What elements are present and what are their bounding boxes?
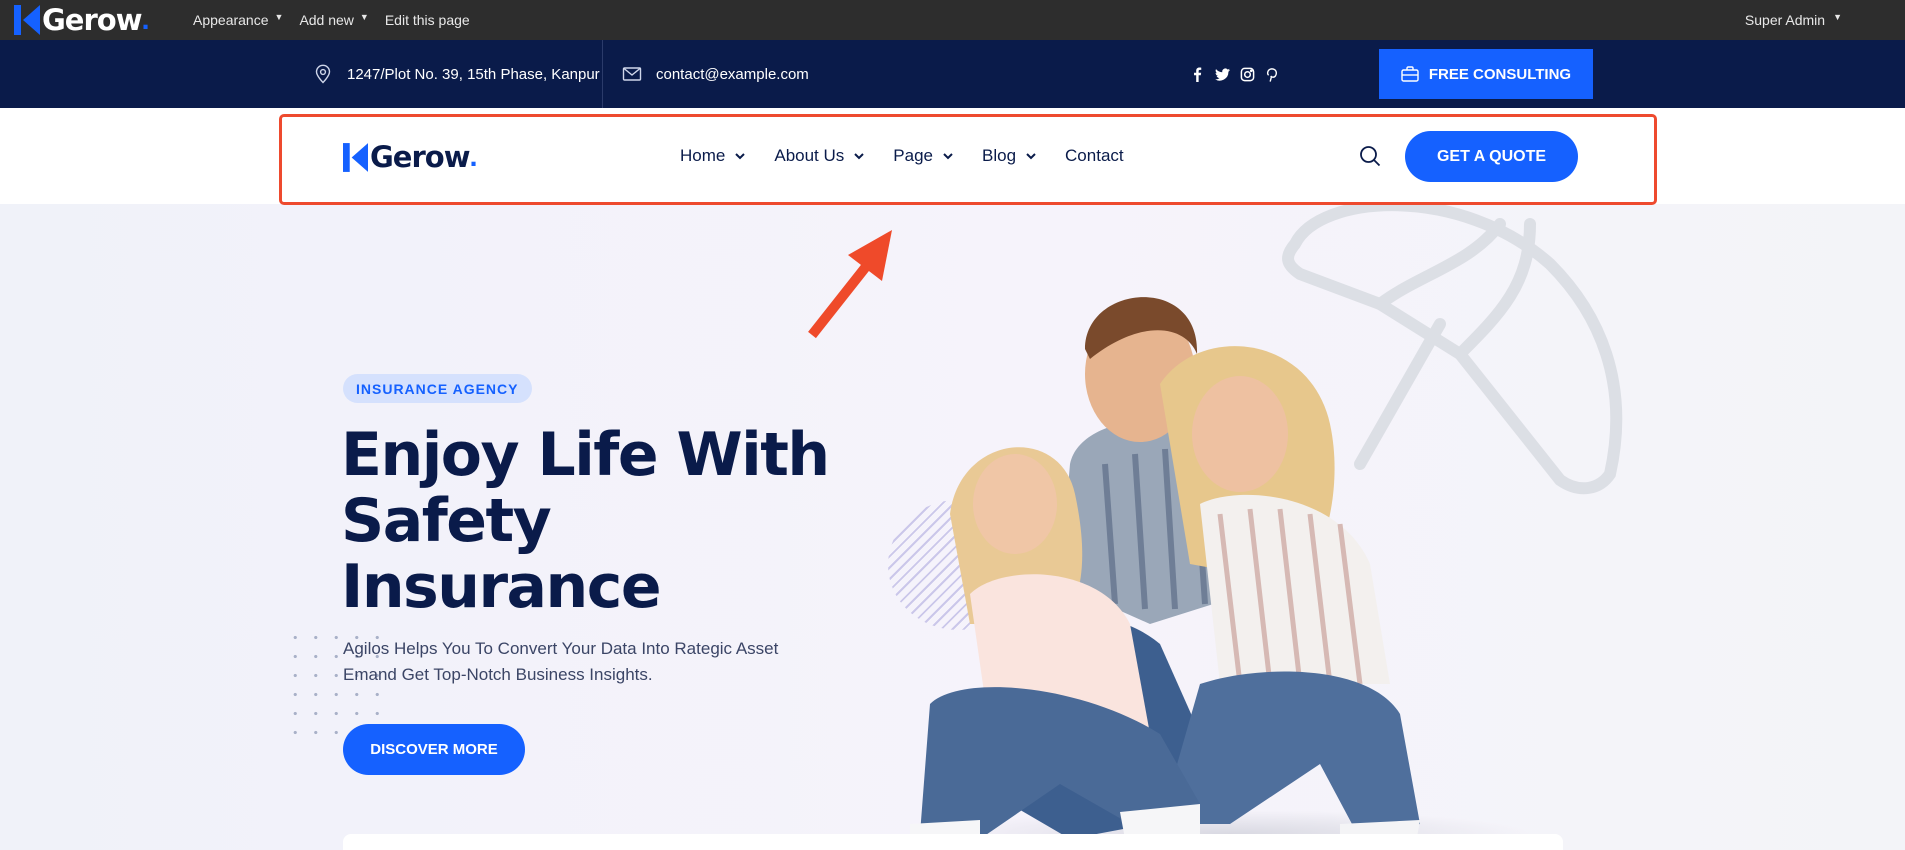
email-info[interactable]: contact@example.com [622, 40, 809, 108]
instagram-icon[interactable] [1240, 67, 1255, 82]
hero-title-line: Safety [341, 486, 552, 556]
discover-more-button[interactable]: DISCOVER MORE [343, 724, 525, 775]
address-info: 1247/Plot No. 39, 15th Phase, Kanpur [313, 40, 600, 108]
facebook-icon[interactable] [1190, 66, 1205, 82]
caret-down-icon: ▼ [1833, 12, 1842, 22]
admin-user-menu[interactable]: Super Admin ▼ [1745, 0, 1842, 40]
family-photo [910, 297, 1530, 850]
admin-user-name: Super Admin [1744, 12, 1826, 28]
admin-menu-appearance[interactable]: Appearance ▼ [193, 12, 283, 28]
annotation-arrow-icon [808, 230, 892, 339]
admin-menu-label: Edit this page [384, 12, 470, 28]
caret-down-icon: ▼ [274, 12, 284, 22]
map-pin-icon [315, 64, 331, 84]
highlight-box [279, 114, 1657, 205]
admin-logo[interactable]: Gerow. [14, 3, 150, 37]
admin-menu: Appearance ▼ Add new ▼ Edit this page [193, 0, 486, 40]
free-consulting-label: FREE CONSULTING [1428, 65, 1572, 83]
briefcase-icon [1401, 66, 1419, 82]
twitter-icon[interactable] [1215, 67, 1230, 82]
hero-title-line: Enjoy Life With [341, 420, 830, 490]
admin-bar: Gerow. Appearance ▼ Add new ▼ Edit this pa… [0, 0, 1905, 40]
free-consulting-button[interactable]: FREE CONSULTING [1379, 49, 1593, 99]
caret-down-icon: ▼ [359, 12, 369, 22]
envelope-icon [622, 67, 642, 81]
top-info-bar: 1247/Plot No. 39, 15th Phase, Kanpur con… [0, 40, 1905, 108]
address-text: 1247/Plot No. 39, 15th Phase, Kanpur [347, 65, 600, 83]
topbar-divider [602, 40, 603, 108]
hero-lead-text: Agilos Helps You To Convert Your Data In… [343, 639, 779, 684]
discover-more-label: DISCOVER MORE [370, 741, 498, 758]
feature-card [343, 834, 1563, 850]
admin-menu-label: Appearance [193, 12, 269, 28]
hero-badge: INSURANCE AGENCY [343, 374, 532, 403]
admin-menu-add-new[interactable]: Add new ▼ [299, 12, 368, 28]
gerow-logo-mark-icon [14, 5, 40, 35]
admin-menu-label: Add new [299, 12, 354, 28]
email-text: contact@example.com [656, 65, 809, 83]
pinterest-icon[interactable] [1265, 67, 1280, 82]
social-links [1190, 40, 1280, 108]
admin-menu-edit-page[interactable]: Edit this page [385, 12, 470, 28]
logo-dot: . [141, 3, 150, 36]
admin-logo-text: Gerow [42, 3, 142, 37]
hero-section: INSURANCE AGENCY Enjoy Life With Safety … [0, 204, 1905, 850]
hero-badge-text: INSURANCE AGENCY [356, 380, 519, 397]
hero-title: Enjoy Life With Safety Insurance [341, 422, 861, 620]
hero-title-line: Insurance [341, 552, 662, 622]
